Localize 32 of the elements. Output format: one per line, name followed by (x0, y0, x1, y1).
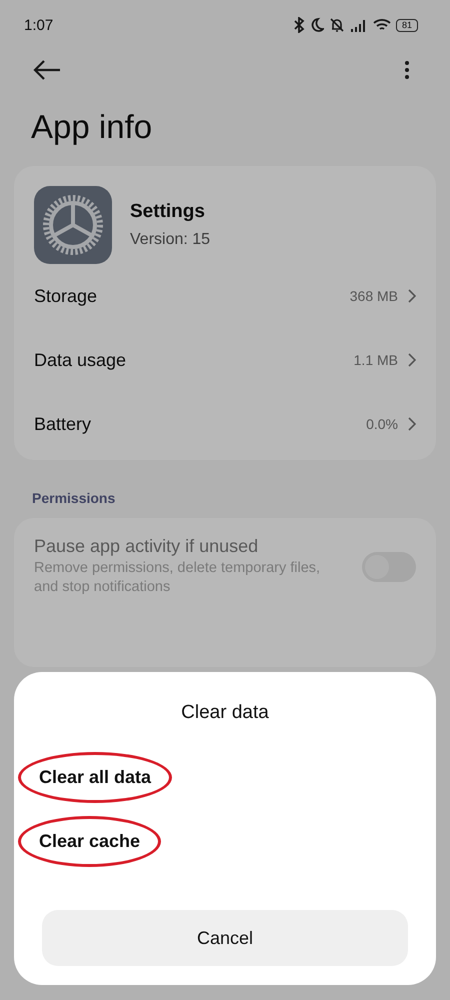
row-value: 1.1 MB (354, 352, 398, 368)
app-version: Version: 15 (130, 231, 210, 249)
section-heading: Permissions (32, 490, 116, 506)
sheet-option[interactable]: Clear cache (18, 816, 162, 867)
bluetooth-icon (292, 17, 305, 33)
page-title: App info (31, 108, 154, 146)
info-row[interactable]: Battery 0.0% (34, 392, 416, 456)
cancel-button[interactable]: Cancel (42, 910, 408, 966)
row-label: Battery (34, 414, 92, 434)
row-label: Data usage (34, 350, 126, 370)
muted-bell-icon (328, 17, 345, 33)
setting-title: Pause app activity if unused (34, 536, 260, 557)
chevron-icon (408, 353, 416, 367)
row-label: Storage (34, 286, 98, 306)
signal-icon (350, 18, 368, 32)
chevron-icon (408, 289, 416, 303)
back-arrow-icon[interactable] (33, 60, 61, 80)
setting-description: Remove permissions, delete temporary files, and stop notifications (34, 559, 322, 597)
more-options-icon[interactable] (404, 60, 410, 80)
sheet-option[interactable]: Clear all data (18, 752, 172, 803)
info-row[interactable]: Data usage 1.1 MB (34, 328, 416, 392)
moon-icon (310, 17, 324, 33)
info-row[interactable]: Storage 368 MB (34, 264, 416, 328)
row-value: 0.0% (366, 416, 398, 432)
wifi-icon (372, 18, 391, 32)
sheet-title: Clear data (180, 702, 270, 724)
app-name: Settings (130, 201, 206, 223)
row-value: 368 MB (350, 288, 398, 304)
battery-indicator: 81 (396, 18, 418, 32)
status-time: 1:07 (24, 16, 54, 34)
chevron-icon (408, 417, 416, 431)
gear-icon (34, 186, 112, 264)
